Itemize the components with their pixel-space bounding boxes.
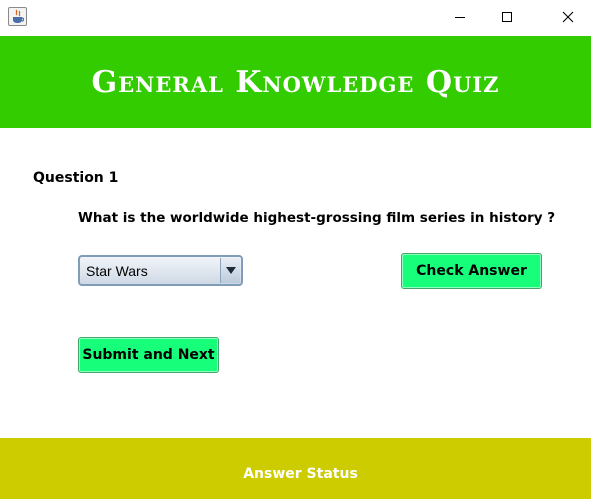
question-number-label: Question 1 [33,170,119,186]
check-answer-button[interactable]: Check Answer [401,253,542,289]
submit-next-button[interactable]: Submit and Next [78,337,219,373]
question-text: What is the worldwide highest-grossing f… [78,210,556,226]
answer-status-label: Answer Status [243,465,358,482]
minimize-icon [455,16,465,18]
answer-dropdown-value: Star Wars [86,263,148,279]
minimize-button[interactable] [437,0,483,33]
close-icon [562,11,574,22]
window-title-bar[interactable] [0,0,591,36]
quiz-header: General Knowledge Quiz [0,36,591,128]
close-button[interactable] [545,0,591,33]
maximize-icon [502,11,512,22]
quiz-title: General Knowledge Quiz [91,64,500,100]
chevron-down-icon [225,266,236,274]
java-cup-icon[interactable] [8,7,27,26]
answer-dropdown[interactable]: Star Wars [78,255,243,286]
maximize-button[interactable] [484,0,530,33]
dropdown-arrow-button[interactable] [220,258,240,283]
answer-status-bar: Answer Status [0,438,591,499]
